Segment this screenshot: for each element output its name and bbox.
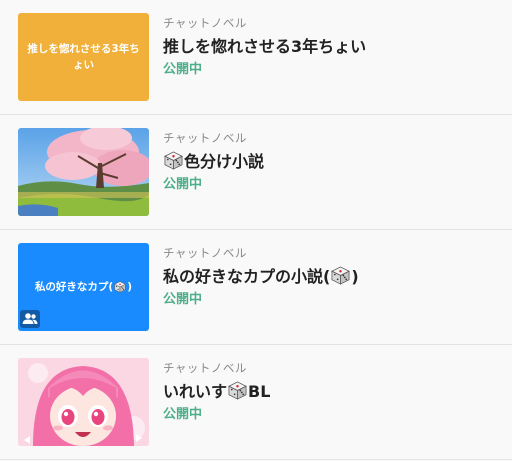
category-label: チャットノベル (163, 246, 247, 260)
category-label: チャットノベル (163, 131, 247, 145)
anime-character-image (18, 358, 149, 446)
cherry-blossom-image (18, 128, 149, 216)
thumbnail-text: 推しを惚れさせる3年ちょい (27, 42, 140, 71)
list-item[interactable]: チャットノベル いれいす BL 公開中 (0, 345, 512, 460)
category-label: チャットノベル (163, 361, 247, 375)
list-item[interactable]: 推しを惚れさせる3年ちょい チャットノベル 推しを惚れさせる3年ちょい 公開中 (0, 0, 512, 115)
novel-title[interactable]: 私の好きなカプの小説() (163, 263, 359, 287)
novel-list: 推しを惚れさせる3年ちょい チャットノベル 推しを惚れさせる3年ちょい 公開中 (0, 0, 512, 461)
dice-icon (331, 266, 350, 285)
novel-title[interactable]: 色分け小説 (163, 148, 264, 172)
group-icon (20, 310, 40, 328)
status-badge: 公開中 (163, 62, 203, 77)
category-label: チャットノベル (163, 16, 247, 30)
novel-title[interactable]: 推しを惚れさせる3年ちょい (163, 33, 366, 57)
novel-title[interactable]: いれいす BL (163, 378, 270, 402)
thumbnail[interactable]: 推しを惚れさせる3年ちょい (18, 13, 149, 101)
status-badge: 公開中 (163, 292, 203, 307)
dice-icon (164, 151, 183, 170)
dice-icon (228, 381, 247, 400)
status-badge: 公開中 (163, 177, 203, 192)
status-badge: 公開中 (163, 407, 203, 422)
thumbnail[interactable]: 私の好きなカプ() (18, 243, 149, 331)
list-item[interactable]: 私の好きなカプ() チャットノベル 私の好きなカプの小説() 公開中 (0, 230, 512, 345)
dice-icon (114, 281, 126, 293)
list-item[interactable]: チャットノベル 色分け小説 公開中 (0, 115, 512, 230)
thumbnail[interactable] (18, 358, 149, 446)
thumbnail[interactable] (18, 128, 149, 216)
